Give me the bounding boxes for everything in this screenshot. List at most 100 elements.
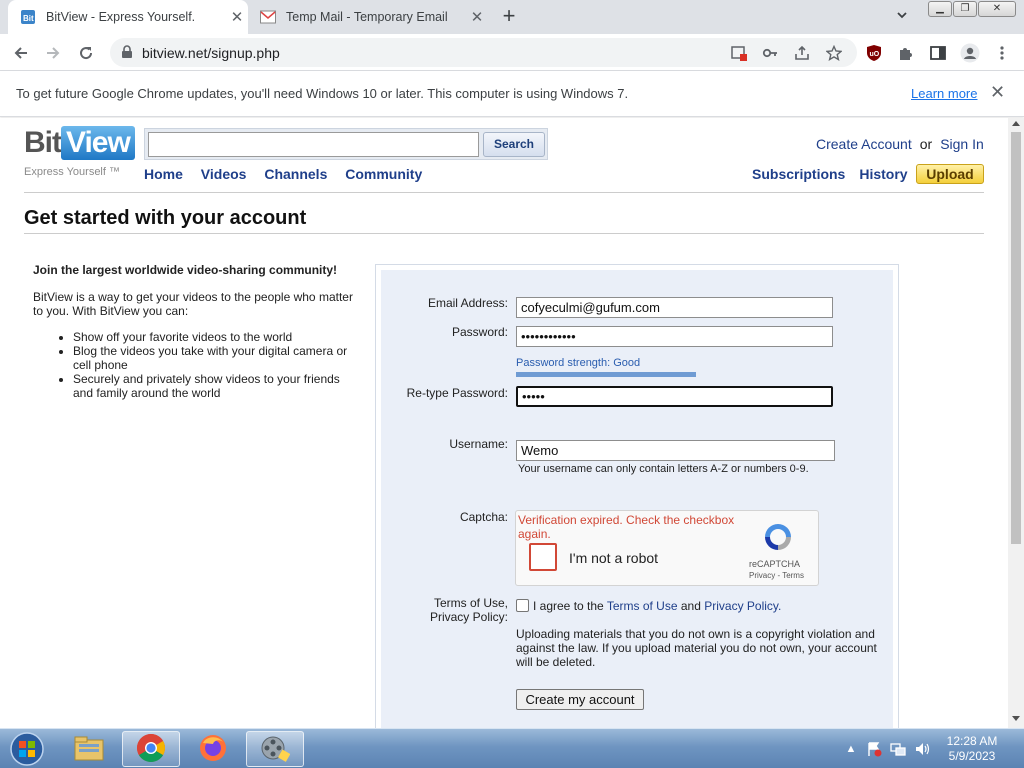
username-hint: Your username can only contain letters A… <box>518 463 809 475</box>
nav-community[interactable]: Community <box>345 166 422 182</box>
email-label: Email Address: <box>427 296 508 310</box>
forward-icon[interactable] <box>40 40 66 66</box>
password-field[interactable]: •••••••••••• <box>516 326 833 347</box>
search-button[interactable]: Search <box>483 132 545 157</box>
subscriptions-link[interactable]: Subscriptions <box>752 166 845 182</box>
list-item: Securely and privately show videos to yo… <box>73 372 353 400</box>
tab-temp-mail[interactable]: Temp Mail - Temporary Email ✕ <box>248 0 488 34</box>
upload-button[interactable]: Upload <box>916 164 984 184</box>
captcha-checkbox-label: I'm not a robot <box>569 550 659 566</box>
password-label: Password: <box>451 325 508 339</box>
svg-text:Bit: Bit <box>23 14 34 23</box>
list-item: Blog the videos you take with your digit… <box>73 344 353 372</box>
search-input[interactable] <box>148 132 479 157</box>
update-infobar: To get future Google Chrome updates, you… <box>0 71 1024 117</box>
share-icon[interactable] <box>793 44 811 62</box>
terms-checkbox[interactable] <box>516 599 529 612</box>
taskbar-media-app[interactable] <box>246 731 304 767</box>
scroll-up-arrow-icon[interactable] <box>1012 121 1020 126</box>
recaptcha-brand: reCAPTCHA <box>749 559 801 569</box>
terms-label-line2: Privacy Policy: <box>429 610 508 624</box>
terms-agree-text: I agree to the Terms of Use and Privacy … <box>533 599 781 613</box>
firefox-icon <box>198 733 228 766</box>
ublock-icon[interactable]: uO <box>864 43 884 63</box>
new-tab-button[interactable]: + <box>497 5 521 29</box>
close-tab-icon[interactable]: ✕ <box>466 8 488 26</box>
captcha-error: Verification expired. Check the checkbox… <box>518 513 735 541</box>
page-scrollbar[interactable] <box>1008 118 1024 728</box>
recaptcha-links[interactable]: Privacy - Terms <box>749 571 804 580</box>
volume-icon[interactable] <box>914 741 930 757</box>
history-link[interactable]: History <box>859 166 907 182</box>
svg-text:uO: uO <box>870 51 880 58</box>
infobar-message: To get future Google Chrome updates, you… <box>16 86 629 101</box>
logo-tagline: Express Yourself ™ <box>24 166 120 178</box>
bitview-favicon-icon: Bit <box>20 9 36 25</box>
scroll-down-arrow-icon[interactable] <box>1012 716 1020 721</box>
create-account-button[interactable]: Create my account <box>516 689 644 710</box>
terms-and: and <box>677 599 705 613</box>
tab-search-chevron-icon[interactable] <box>895 8 915 26</box>
sign-in-link[interactable]: Sign In <box>940 136 984 152</box>
lock-icon[interactable] <box>120 45 134 59</box>
captcha-checkbox[interactable] <box>529 543 557 571</box>
recaptcha-logo-icon <box>762 521 794 553</box>
minimize-button[interactable]: ▁ <box>928 1 952 17</box>
chrome-menu-icon[interactable] <box>992 43 1012 63</box>
page-content: Bit View Express Yourself ™ Search Home V… <box>0 118 1008 728</box>
bitview-logo[interactable]: Bit View Express Yourself ™ <box>24 126 135 178</box>
start-button[interactable] <box>5 731 49 767</box>
scrollbar-thumb[interactable] <box>1011 132 1021 544</box>
close-infobar-icon[interactable]: ✕ <box>990 82 1005 103</box>
system-clock[interactable]: 12:28 AM 5/9/2023 <box>940 734 1004 764</box>
terms-agree-prefix: I agree to the <box>533 599 607 613</box>
taskbar-explorer[interactable] <box>60 731 118 767</box>
terms-of-use-link[interactable]: Terms of Use <box>607 599 678 613</box>
show-hidden-icons-icon[interactable]: ▲ <box>843 741 859 757</box>
key-icon[interactable] <box>761 44 779 62</box>
network-icon[interactable] <box>890 741 906 757</box>
popup-blocked-icon[interactable] <box>730 44 748 62</box>
bookmark-star-icon[interactable] <box>825 44 843 62</box>
tab-bitview[interactable]: Bit BitView - Express Yourself. ✕ <box>8 0 248 34</box>
page-title: Get started with your account <box>24 207 307 229</box>
username-label: Username: <box>449 437 508 451</box>
nav-home[interactable]: Home <box>144 166 183 182</box>
tab-title: Temp Mail - Temporary Email <box>286 10 448 24</box>
intro-panel: Join the largest worldwide video-sharing… <box>33 263 353 400</box>
chrome-icon <box>136 733 166 766</box>
nav-videos[interactable]: Videos <box>201 166 247 182</box>
back-icon[interactable] <box>8 40 34 66</box>
url-text: bitview.net/signup.php <box>142 45 280 61</box>
tab-strip: Bit BitView - Express Yourself. ✕ Temp M… <box>0 0 1024 34</box>
close-tab-icon[interactable]: ✕ <box>226 8 248 26</box>
recaptcha-widget: Verification expired. Check the checkbox… <box>515 510 819 586</box>
retype-password-label: Re-type Password: <box>406 386 508 400</box>
side-panel-icon[interactable] <box>928 43 948 63</box>
create-account-link[interactable]: Create Account <box>816 136 912 152</box>
reload-icon[interactable] <box>73 40 99 66</box>
intro-body: BitView is a way to get your videos to t… <box>33 290 353 318</box>
clock-date: 5/9/2023 <box>948 749 996 763</box>
email-field[interactable]: cofyeculmi@gufum.com <box>516 297 833 318</box>
title-divider <box>24 233 984 234</box>
taskbar-chrome[interactable] <box>122 731 180 767</box>
extensions-puzzle-icon[interactable] <box>896 43 916 63</box>
username-field[interactable]: Wemo <box>516 440 835 461</box>
learn-more-link[interactable]: Learn more <box>911 86 977 101</box>
profile-avatar-icon[interactable] <box>960 43 980 63</box>
password-strength-bar <box>516 372 696 377</box>
privacy-policy-link[interactable]: Privacy Policy. <box>704 599 781 613</box>
account-links: Create Account or Sign In <box>816 136 984 152</box>
copyright-notice: Uploading materials that you do not own … <box>516 627 877 669</box>
clock-time: 12:28 AM <box>946 734 998 748</box>
restore-button[interactable]: ❐ <box>953 1 977 17</box>
folder-icon <box>73 734 105 765</box>
action-center-flag-icon[interactable] <box>866 741 882 757</box>
taskbar-firefox[interactable] <box>184 731 242 767</box>
terms-label: Terms of Use, Privacy Policy: <box>380 596 508 624</box>
header-divider <box>24 192 984 193</box>
close-window-button[interactable]: ✕ <box>978 1 1016 17</box>
nav-channels[interactable]: Channels <box>264 166 327 182</box>
retype-password-field[interactable]: ••••• <box>516 386 833 407</box>
